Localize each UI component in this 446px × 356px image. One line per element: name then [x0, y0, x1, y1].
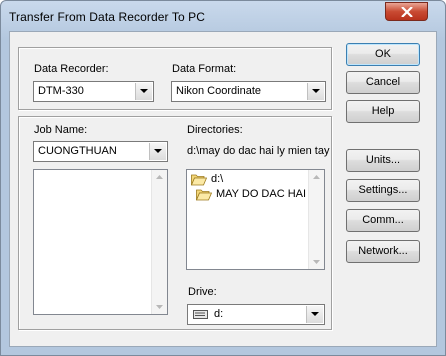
- recorder-label: Data Recorder:: [34, 63, 109, 75]
- job-name-combo[interactable]: CUONGTHUAN: [33, 141, 168, 162]
- format-select[interactable]: Nikon Coordinate: [171, 81, 326, 102]
- drive-icon: [193, 310, 208, 319]
- close-icon: [401, 7, 413, 17]
- folder-open-icon: [196, 189, 212, 201]
- chevron-down-icon: [311, 312, 319, 316]
- comm-button[interactable]: Comm...: [346, 209, 420, 232]
- scroll-down-icon[interactable]: [156, 305, 163, 309]
- current-directory-path: d:\may do dac hai ly mien tay: [187, 145, 330, 157]
- folder-open-icon: [191, 174, 207, 186]
- ok-button[interactable]: OK: [346, 43, 420, 66]
- units-button[interactable]: Units...: [346, 149, 420, 172]
- job-name-input[interactable]: CUONGTHUAN: [38, 145, 117, 157]
- directories-label: Directories:: [187, 124, 243, 136]
- directory-item-label: d:\: [211, 173, 224, 185]
- network-button[interactable]: Network...: [346, 240, 420, 263]
- help-button[interactable]: Help: [346, 100, 420, 123]
- cancel-button[interactable]: Cancel: [346, 71, 420, 94]
- job-list-scrollbar[interactable]: [151, 170, 167, 314]
- job-name-label: Job Name:: [34, 124, 88, 136]
- settings-button[interactable]: Settings...: [346, 179, 420, 202]
- format-label: Data Format:: [172, 63, 237, 75]
- format-dropdown-button[interactable]: [307, 83, 324, 100]
- format-value: Nikon Coordinate: [176, 85, 261, 97]
- recorder-value: DTM-330: [38, 85, 84, 97]
- close-button[interactable]: [385, 2, 428, 21]
- drive-dropdown-button[interactable]: [306, 306, 323, 323]
- directory-scrollbar[interactable]: [308, 170, 324, 269]
- drive-value: d:: [214, 308, 224, 320]
- job-file-list[interactable]: [33, 169, 168, 315]
- dialog-client: Data Recorder: DTM-330 Data Format: Niko…: [9, 31, 437, 347]
- scroll-down-icon[interactable]: [313, 260, 320, 264]
- directory-tree[interactable]: d:\ MAY DO DAC HAI: [186, 169, 325, 270]
- directory-item-label: MAY DO DAC HAI: [216, 188, 307, 200]
- scroll-up-icon[interactable]: [313, 175, 320, 179]
- title-bar[interactable]: Transfer From Data Recorder To PC: [1, 1, 445, 31]
- recorder-dropdown-button[interactable]: [135, 83, 152, 100]
- chevron-down-icon: [154, 149, 162, 153]
- dialog-window: Transfer From Data Recorder To PC Data R…: [0, 0, 446, 356]
- scroll-up-icon[interactable]: [156, 175, 163, 179]
- window-title: Transfer From Data Recorder To PC: [9, 10, 206, 24]
- chevron-down-icon: [140, 89, 148, 93]
- recorder-select[interactable]: DTM-330: [33, 81, 154, 102]
- drive-label: Drive:: [188, 286, 217, 298]
- chevron-down-icon: [312, 89, 320, 93]
- job-name-dropdown-button[interactable]: [149, 143, 166, 160]
- drive-select[interactable]: d:: [187, 304, 325, 325]
